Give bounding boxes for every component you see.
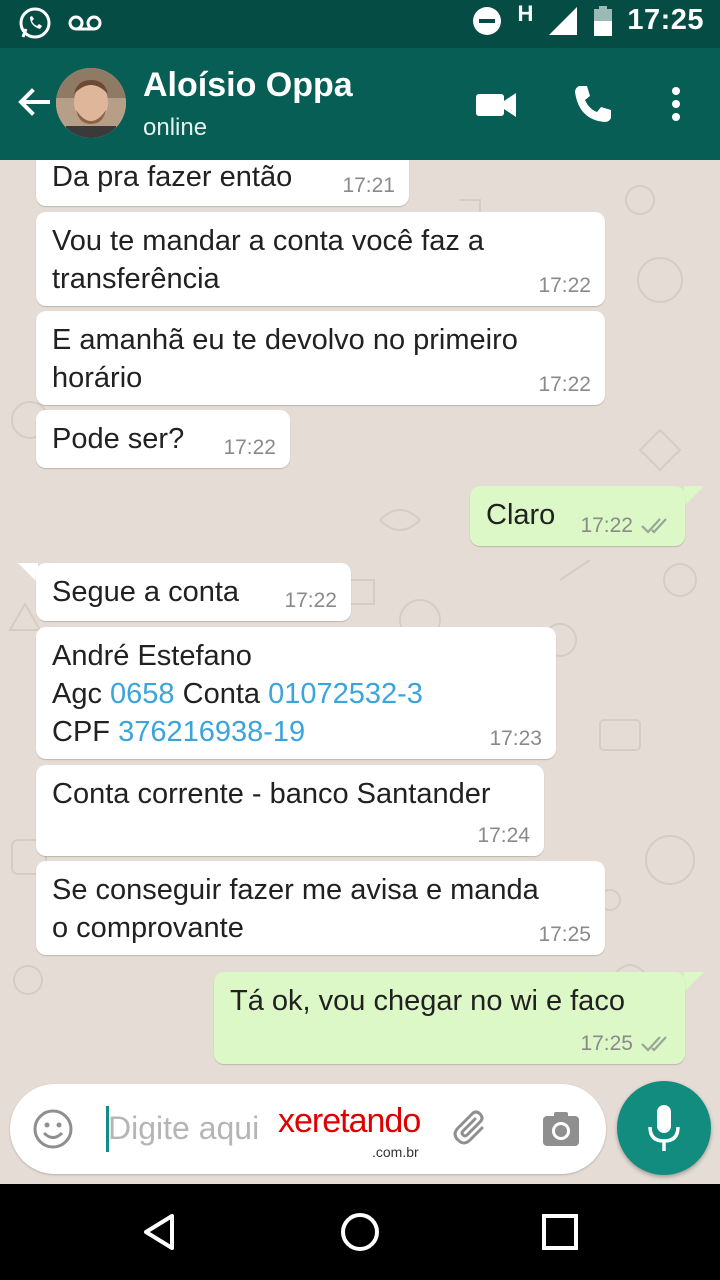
message-time: 17:22: [223, 436, 276, 459]
message-composer: Digite aqui xeretando .com.br: [10, 1084, 606, 1174]
message-text: Tá ok, vou chegar no wi e faco: [230, 985, 625, 1017]
bubble-tail: [18, 563, 38, 583]
watermark-logo: xeretando .com.br: [278, 1102, 438, 1160]
avatar[interactable]: [56, 68, 126, 138]
back-triangle-icon[interactable]: [138, 1210, 182, 1254]
message-bubble-incoming[interactable]: Da pra fazer então 17:21: [36, 160, 409, 206]
status-bar: H 17:25: [0, 0, 720, 48]
status-time: 17:25: [627, 4, 704, 36]
message-text-line: E amanhã eu te devolvo no primeiro: [52, 324, 518, 356]
contact-name[interactable]: Aloísio Oppa: [143, 66, 353, 105]
message-bubble-incoming[interactable]: Segue a conta 17:22: [36, 563, 351, 621]
message-text-line: o comprovante: [52, 912, 244, 944]
message-time: 17:22: [580, 514, 633, 537]
voice-record-button[interactable]: [617, 1081, 711, 1175]
message-time: 17:24: [477, 824, 530, 847]
account-number-link[interactable]: 01072532-3: [268, 678, 423, 710]
emoji-icon[interactable]: [32, 1108, 74, 1150]
camera-icon[interactable]: [540, 1108, 582, 1150]
bubble-tail: [684, 972, 704, 992]
cpf-line: CPF 376216938-19: [52, 713, 540, 751]
message-text-line: Se conseguir fazer me avisa e manda: [52, 874, 539, 906]
message-time: 17:25: [580, 1032, 633, 1055]
message-bubble-incoming[interactable]: Vou te mandar a conta você faz a transfe…: [36, 212, 605, 306]
video-call-icon[interactable]: [474, 82, 518, 126]
microphone-icon: [648, 1105, 680, 1151]
message-text: Claro: [486, 499, 556, 531]
network-type-label: H: [517, 0, 534, 26]
message-bubble-outgoing[interactable]: Claro 17:22: [470, 486, 685, 546]
chat-header: Aloísio Oppa online: [0, 48, 720, 160]
message-bubble-incoming[interactable]: André Estefano Agc 0658 Conta 01072532-3…: [36, 627, 556, 759]
message-time: 17:25: [538, 923, 591, 946]
message-bubble-outgoing[interactable]: Tá ok, vou chegar no wi e faco 17:25: [214, 972, 685, 1064]
account-line: Agc 0658 Conta 01072532-3: [52, 675, 540, 713]
double-check-icon: [641, 518, 667, 534]
message-text: Pode ser?: [52, 423, 185, 455]
voicemail-icon: [68, 15, 102, 31]
message-time: 17:22: [538, 274, 591, 297]
signal-icon: [549, 6, 578, 35]
message-text: Segue a conta: [52, 576, 240, 608]
message-text: Conta corrente - banco Santander: [52, 778, 491, 810]
account-label: Conta: [182, 678, 261, 710]
message-bubble-incoming[interactable]: Conta corrente - banco Santander 17:24: [36, 765, 544, 856]
message-time: 17:22: [284, 589, 337, 612]
message-text-line: horário: [52, 362, 143, 394]
phone-icon[interactable]: [570, 82, 614, 126]
more-options-icon[interactable]: [654, 82, 698, 126]
message-time: 17:21: [342, 174, 395, 197]
message-bubble-incoming[interactable]: Se conseguir fazer me avisa e manda o co…: [36, 861, 605, 955]
agency-label: Agc: [52, 678, 102, 710]
attach-icon[interactable]: [452, 1108, 494, 1150]
message-text-line: transferência: [52, 263, 220, 295]
account-holder-name: André Estefano: [52, 640, 252, 672]
recents-square-icon[interactable]: [538, 1210, 582, 1254]
agency-number-link[interactable]: 0658: [110, 678, 175, 710]
double-check-icon: [641, 1036, 667, 1052]
message-input[interactable]: Digite aqui: [108, 1110, 259, 1147]
cpf-label: CPF: [52, 716, 110, 748]
contact-status: online: [143, 114, 208, 141]
message-bubble-incoming[interactable]: Pode ser? 17:22: [36, 410, 290, 468]
system-nav-bar: [0, 1184, 720, 1280]
whatsapp-icon: [19, 7, 51, 39]
watermark-text: xeretando: [278, 1102, 421, 1140]
back-arrow-icon[interactable]: [14, 82, 54, 122]
bubble-tail: [684, 486, 704, 506]
chat-area[interactable]: Da pra fazer então 17:21 Vou te mandar a…: [0, 160, 720, 1184]
message-time: 17:23: [489, 727, 542, 750]
home-circle-icon[interactable]: [338, 1210, 382, 1254]
battery-icon: [594, 5, 613, 36]
message-text: Da pra fazer então: [52, 161, 293, 193]
message-bubble-incoming[interactable]: E amanhã eu te devolvo no primeiro horár…: [36, 311, 605, 405]
cpf-number-link[interactable]: 376216938-19: [118, 716, 305, 748]
message-text-line: Vou te mandar a conta você faz a: [52, 225, 485, 257]
message-time: 17:22: [538, 373, 591, 396]
do-not-disturb-icon: [473, 6, 502, 35]
watermark-subtext: .com.br: [372, 1144, 419, 1160]
